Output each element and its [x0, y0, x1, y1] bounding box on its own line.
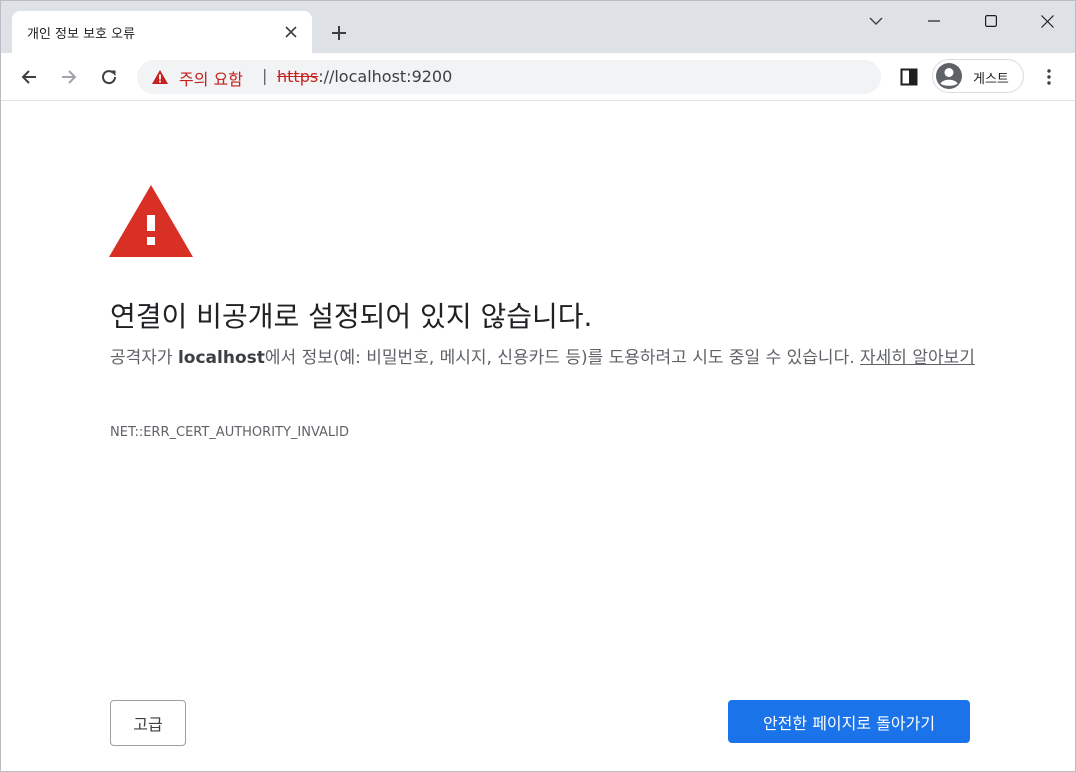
explanation-text-after: 에서 정보(예: 비밀번호, 메시지, 신용카드 등)를 도용하려고 시도 중일…: [264, 348, 861, 368]
back-button[interactable]: [13, 61, 45, 93]
arrow-left-icon: [21, 70, 36, 84]
profile-label: 게스트: [973, 72, 1009, 87]
warning-icon[interactable]: [151, 68, 169, 86]
arrow-right-icon: [62, 70, 77, 84]
danger-warning-icon: [109, 185, 193, 257]
security-chip-label[interactable]: 주의 요함: [179, 66, 243, 90]
toolbar: 주의 요함 | https://localhost:9200 게스트: [1, 53, 1075, 101]
reload-button[interactable]: [93, 61, 125, 93]
plus-icon: [332, 26, 346, 40]
browser-menu-button[interactable]: [1033, 61, 1065, 93]
avatar-icon: [936, 63, 962, 89]
side-panel-button[interactable]: [893, 61, 925, 93]
tab-search-button[interactable]: [848, 1, 904, 41]
active-tab[interactable]: 개인 정보 보호 오류: [12, 11, 312, 53]
url-host: ://localhost:9200: [318, 67, 453, 86]
tab-close-icon[interactable]: [281, 22, 301, 42]
maximize-button[interactable]: [963, 1, 1019, 41]
url-text[interactable]: https://localhost:9200: [277, 67, 452, 86]
error-explanation: 공격자가 localhost에서 정보(예: 비밀번호, 메시지, 신용카드 등…: [110, 343, 980, 373]
minimize-button[interactable]: [906, 1, 962, 41]
explanation-text-before: 공격자가: [110, 348, 178, 368]
close-icon: [1040, 14, 1054, 28]
maximize-icon: [985, 15, 997, 27]
error-code: NET::ERR_CERT_AUTHORITY_INVALID: [110, 425, 350, 440]
close-window-button[interactable]: [1019, 1, 1075, 41]
tab-title: 개인 정보 보호 오류: [27, 27, 136, 42]
url-scheme: https: [277, 67, 319, 86]
more-vert-icon: [1047, 69, 1051, 85]
tab-strip: 개인 정보 보호 오류: [1, 1, 1075, 53]
page-heading: 연결이 비공개로 설정되어 있지 않습니다.: [110, 300, 593, 333]
back-to-safety-button[interactable]: 안전한 페이지로 돌아가기: [728, 700, 970, 743]
explanation-host: localhost: [177, 348, 265, 368]
address-bar[interactable]: 주의 요함 | https://localhost:9200: [137, 60, 881, 94]
omnibox-separator: |: [262, 66, 268, 85]
new-tab-button[interactable]: [325, 19, 353, 47]
reload-icon: [102, 70, 117, 85]
privacy-error-page: 연결이 비공개로 설정되어 있지 않습니다. 공격자가 localhost에서 …: [1, 101, 1075, 771]
learn-more-link[interactable]: 자세히 알아보기: [860, 348, 975, 368]
forward-button[interactable]: [53, 61, 85, 93]
browser-window: 개인 정보 보호 오류 주의 요함 | https://localhost:92…: [0, 0, 1076, 772]
profile-button[interactable]: 게스트: [932, 59, 1024, 93]
chevron-down-icon: [869, 17, 883, 25]
side-panel-icon: [900, 68, 918, 86]
minimize-icon: [928, 20, 940, 22]
advanced-button[interactable]: 고급: [110, 700, 186, 746]
